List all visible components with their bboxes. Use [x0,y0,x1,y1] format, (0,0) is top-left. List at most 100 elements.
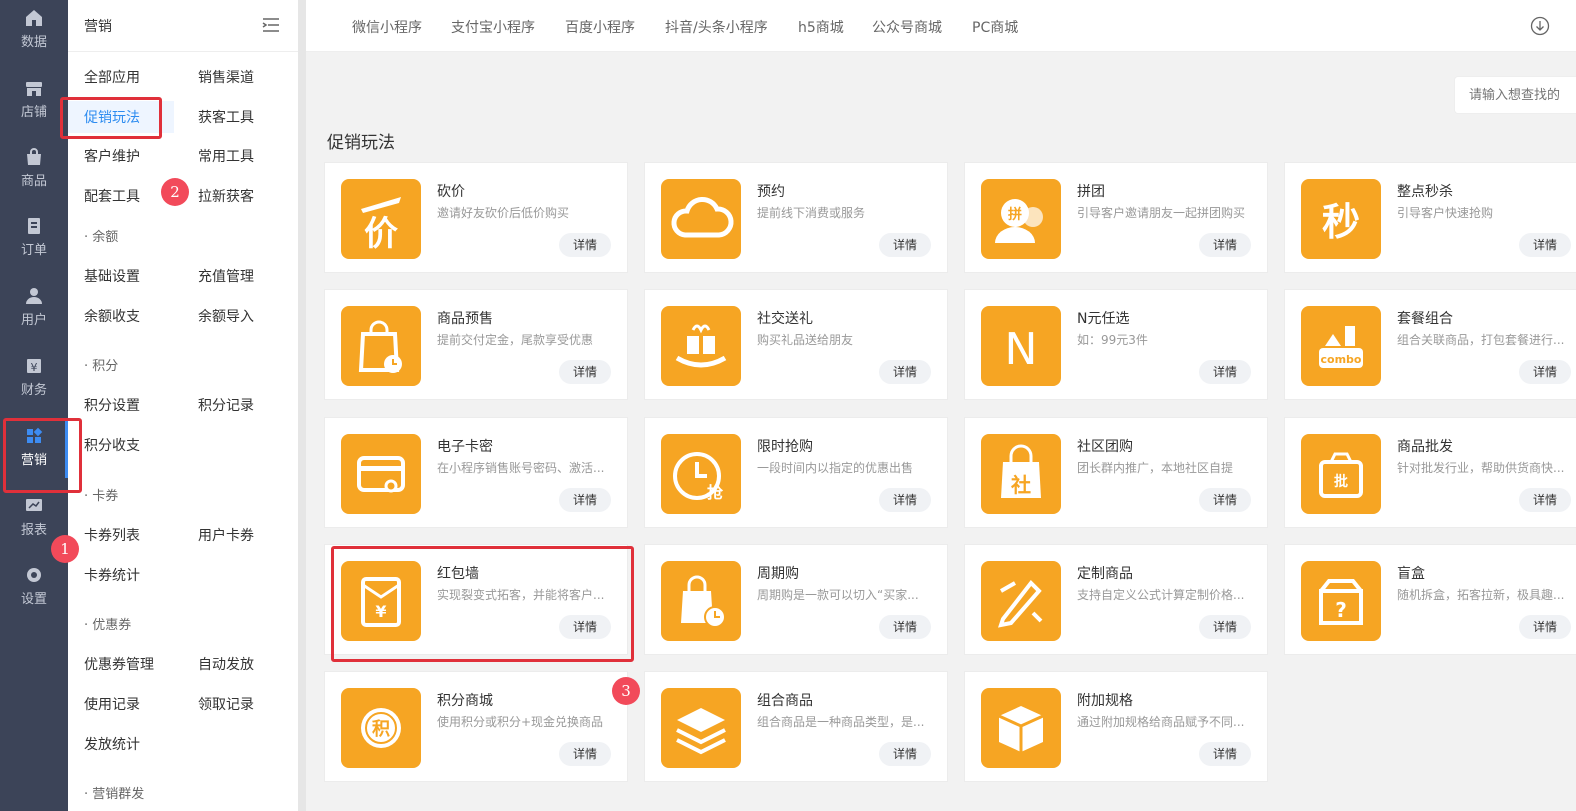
promo-card[interactable]: 商品预售 提前交付定金，尾款享受优惠 详情 [324,289,628,400]
details-button[interactable]: 详情 [559,742,611,766]
promo-card[interactable]: 抢 限时抢购 一段时间内以指定的优惠出售 详情 [644,417,948,528]
promo-card[interactable]: 秒 整点秒杀 引导客户快速抢购 详情 [1284,162,1576,273]
link-points-records[interactable]: 积分记录 [198,395,254,415]
section-title: 促销玩法 [327,133,395,153]
link-balance-import[interactable]: 余额导入 [198,306,254,326]
details-button[interactable]: 详情 [1519,233,1571,257]
link-sales-channel[interactable]: 销售渠道 [198,67,254,87]
tab-alipay[interactable]: 支付宝小程序 [451,17,535,37]
details-button[interactable]: 详情 [1519,488,1571,512]
link-new-customers[interactable]: 拉新获客 [198,186,254,206]
promo-card[interactable]: 组合商品 组合商品是一种商品类型，是... 详情 [644,671,948,782]
rail-item-settings[interactable]: 设置 [0,557,68,617]
tab-douyin[interactable]: 抖音/头条小程序 [665,17,768,37]
promo-card[interactable]: 拼 拼团 引导客户邀请朋友一起拼团购买 详情 [964,162,1268,273]
gear-icon [27,568,41,582]
tab-baidu[interactable]: 百度小程序 [565,17,635,37]
link-recharge-mgmt[interactable]: 充值管理 [198,266,254,286]
card-icon-tile: ¥ [341,561,421,641]
link-issue-stats[interactable]: 发放统计 [84,734,140,754]
link-user-coupons[interactable]: 用户卡券 [198,525,254,545]
link-common-tools[interactable]: 常用工具 [198,146,254,166]
details-button[interactable]: 详情 [1199,360,1251,384]
tab-h5[interactable]: h5商城 [798,17,844,37]
promo-card[interactable]: 周期购 周期购是一款可以切入“买家... 详情 [644,544,948,655]
card-description: 提前交付定金，尾款享受优惠 [437,333,594,347]
promo-card[interactable]: 定制商品 支持自定义公式计算定制价格... 详情 [964,544,1268,655]
link-points-flow[interactable]: 积分收支 [84,435,140,455]
link-promo[interactable]: 促销玩法 [68,101,174,133]
card-title: 整点秒杀 [1397,184,1453,200]
link-customer-care[interactable]: 客户维护 [84,146,140,166]
group-coupons: · 卡券 [84,489,119,504]
link-coupon-stats[interactable]: 卡券统计 [84,565,140,585]
details-button[interactable]: 详情 [1199,742,1251,766]
search-input[interactable] [1454,76,1576,114]
details-button[interactable]: 详情 [559,360,611,384]
card-title: 拼团 [1077,184,1105,200]
details-button[interactable]: 详情 [879,360,931,384]
periodic-icon [681,575,726,628]
card-description: 一段时间内以指定的优惠出售 [757,461,914,475]
promo-card[interactable]: 社 社区团购 团长群内推广，本地社区自提 详情 [964,417,1268,528]
link-acquisition[interactable]: 获客工具 [198,107,254,127]
link-support-tools[interactable]: 配套工具 [84,186,140,206]
card-description: 组合商品是一种商品类型，是... [757,715,925,729]
rail-item-marketing[interactable]: 营销 [0,418,68,478]
promo-card[interactable]: 预约 提前线下消费或服务 详情 [644,162,948,273]
tab-official-account[interactable]: 公众号商城 [872,17,942,37]
promo-card[interactable]: combo 套餐组合 组合关联商品，打包套餐进行... 详情 [1284,289,1576,400]
link-coupon-list[interactable]: 卡券列表 [84,525,140,545]
rail-item-store[interactable]: 店铺 [0,70,68,130]
promo-card[interactable]: 积 积分商城 使用积分或积分+现金兑换商品 详情 [324,671,628,782]
svg-text:秒: 秒 [1322,200,1360,244]
link-auto-issue[interactable]: 自动发放 [198,654,254,674]
sidebar-header: 营销 [68,0,298,52]
promo-card[interactable]: 社交送礼 购买礼品送给朋友 详情 [644,289,948,400]
link-all-apps[interactable]: 全部应用 [84,67,140,87]
promo-card[interactable]: 批 商品批发 针对批发行业，帮助供货商快... 详情 [1284,417,1576,528]
details-button[interactable]: 详情 [1199,488,1251,512]
rail-item-finance[interactable]: ¥ 财务 [0,348,68,408]
link-balance-settings[interactable]: 基础设置 [84,266,140,286]
download-icon[interactable] [1530,16,1550,36]
promo-card[interactable]: ¥ 红包墙 实现裂变式拓客，并能将客户... 详情 [324,544,628,655]
marketing-icon [27,427,43,443]
details-button[interactable]: 详情 [1199,615,1251,639]
promo-card[interactable]: ? 盲盒 随机拆盒，拓客拉新，极具趣... 详情 [1284,544,1576,655]
details-button[interactable]: 详情 [879,233,931,257]
link-balance-flow[interactable]: 余额收支 [84,306,140,326]
rail-item-products[interactable]: 商品 [0,139,68,199]
promo-card[interactable]: 附加规格 通过附加规格给商品赋予不同... 详情 [964,671,1268,782]
details-button[interactable]: 详情 [879,615,931,639]
promo-card[interactable]: 价 砍价 邀请好友砍价后低价购买 详情 [324,162,628,273]
details-button[interactable]: 详情 [559,488,611,512]
combo-icon: combo [1319,326,1363,368]
rail-item-orders[interactable]: 订单 [0,208,68,268]
rail-item-users[interactable]: 用户 [0,278,68,338]
rail-item-data[interactable]: 数据 [0,0,68,60]
details-button[interactable]: 详情 [879,488,931,512]
details-button[interactable]: 详情 [879,742,931,766]
card-description: 使用积分或积分+现金兑换商品 [437,715,604,729]
tab-wechat[interactable]: 微信小程序 [352,17,422,37]
tab-pc[interactable]: PC商城 [972,17,1018,37]
card-icon-tile [341,306,421,386]
details-button[interactable]: 详情 [1519,615,1571,639]
details-button[interactable]: 详情 [559,615,611,639]
promo-card[interactable]: N N元任选 如：99元3件 详情 [964,289,1268,400]
link-points-settings[interactable]: 积分设置 [84,395,140,415]
details-button[interactable]: 详情 [559,233,611,257]
promo-card[interactable]: 电子卡密 在小程序销售账号密码、激活... 详情 [324,417,628,528]
card-description: 通过附加规格给商品赋予不同... [1077,715,1245,729]
details-button[interactable]: 详情 [1199,233,1251,257]
card-description: 团长群内推广，本地社区自提 [1077,461,1234,475]
collapse-menu-icon[interactable] [262,16,280,34]
link-voucher-mgmt[interactable]: 优惠券管理 [84,654,154,674]
sidebar-scrollbar[interactable] [298,0,306,811]
cloud-icon [671,197,734,238]
points-mall-icon: 积 [361,708,401,748]
link-claim-records[interactable]: 领取记录 [198,694,254,714]
link-usage-records[interactable]: 使用记录 [84,694,140,714]
details-button[interactable]: 详情 [1519,360,1571,384]
